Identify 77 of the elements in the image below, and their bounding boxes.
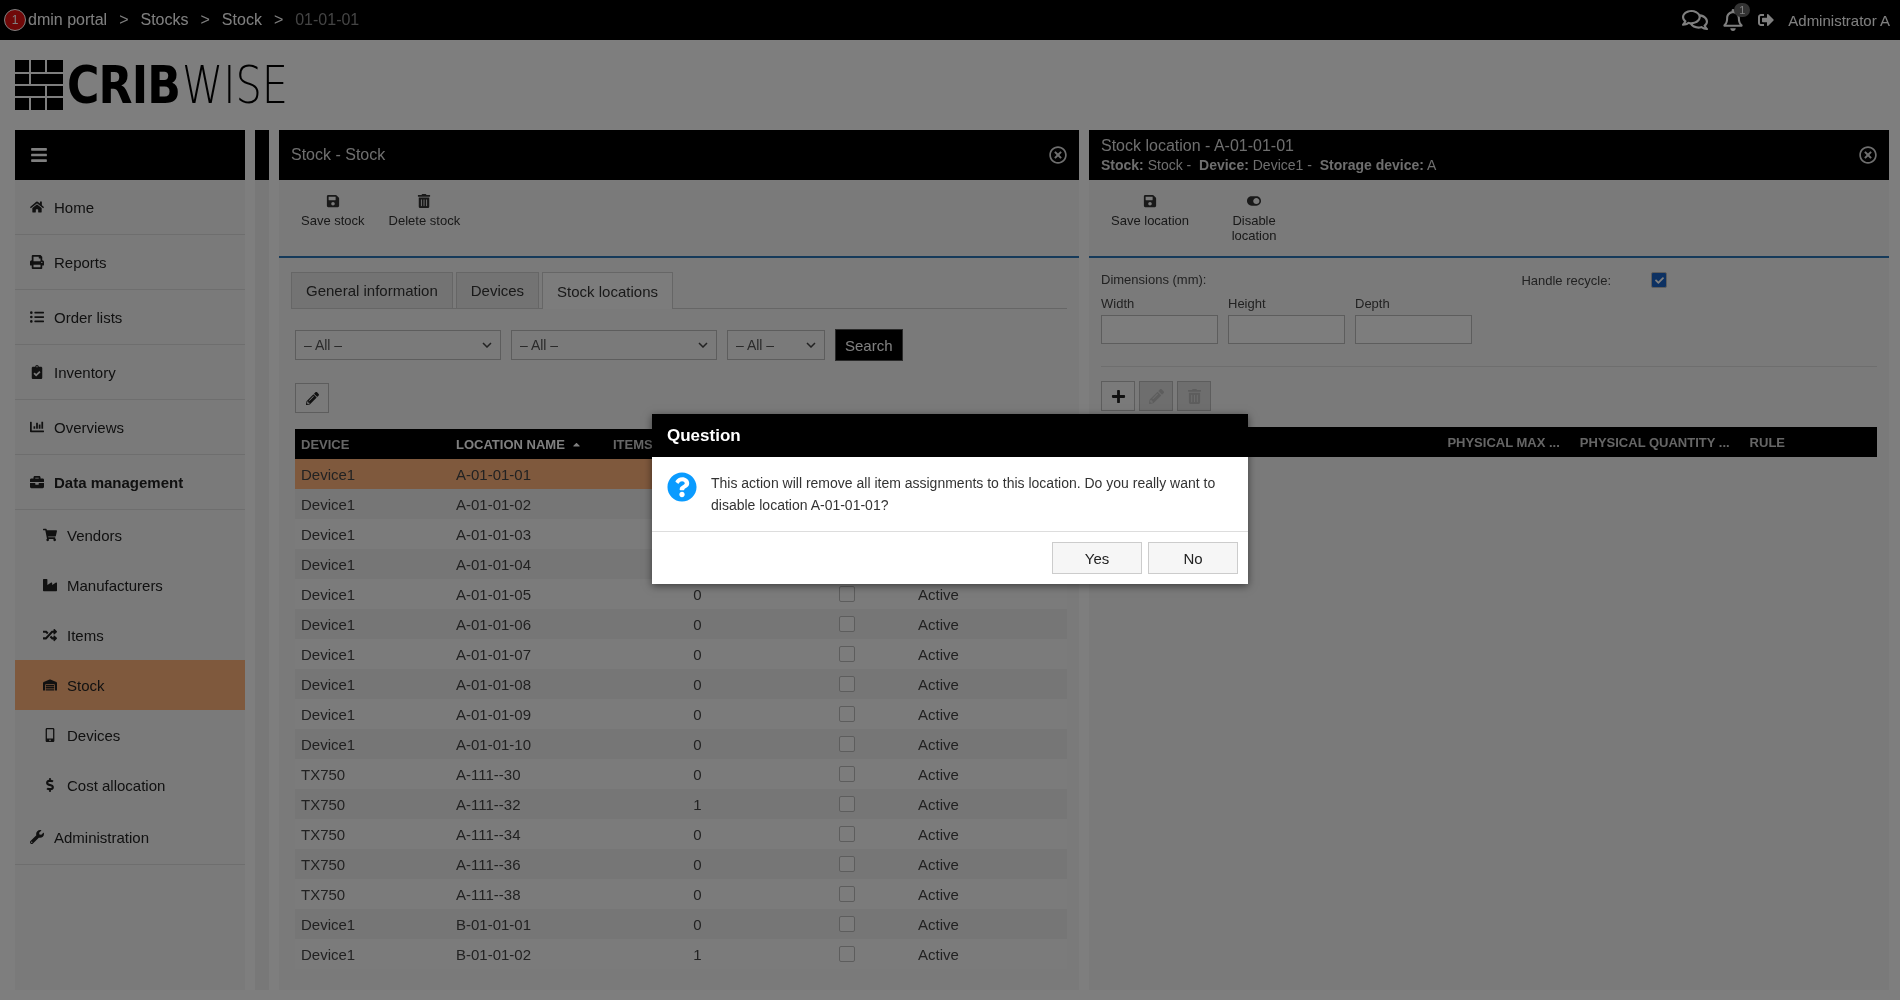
- handle-recycle-label: Handle recycle:: [1521, 272, 1611, 288]
- dialog-message: This action will remove all item assignments to this location. Do you really want to disable location A-01-01-01?: [711, 474, 1217, 515]
- table-cell-text: Device1: [300, 945, 357, 963]
- notification-badge: 1: [4, 9, 26, 31]
- table-cell-text: Active: [917, 765, 960, 783]
- table-cell-text: A-01-01-05: [455, 585, 533, 603]
- table-cell-text: A-01-01-06: [455, 615, 533, 633]
- table-cell-text: Active: [917, 885, 960, 903]
- breadcrumb-separator: >: [200, 11, 210, 29]
- dimensions-label: Dimensions (mm):: [1101, 272, 1207, 288]
- table-cell-text: 1: [692, 945, 703, 963]
- table-cell-text: Device1: [300, 735, 357, 753]
- table-cell-text: 0: [692, 885, 703, 903]
- table-cell-text: Active: [917, 855, 960, 873]
- table-cell-text: 0: [692, 675, 703, 693]
- table-cell-text: A-01-01-08: [455, 675, 533, 693]
- table-cell-text: A-111--30: [455, 765, 522, 783]
- table-cell-text: A-01-01-01: [455, 465, 533, 483]
- table-cell-text: Device1: [300, 915, 357, 933]
- location-details: Stock: Stock - Device: Device1 - Storage device: A: [1101, 157, 1437, 173]
- table-cell-text: Device1: [300, 555, 357, 573]
- table-cell-text: A-01-01-09: [455, 705, 533, 723]
- table-cell-text: B-01-01-01: [455, 915, 533, 933]
- table-cell-text: Device1: [300, 465, 357, 483]
- table-cell-text: 0: [692, 765, 703, 783]
- table-cell-text: Active: [917, 615, 960, 633]
- logo-text: WISE: [182, 55, 289, 115]
- table-cell-text: A-111--32: [455, 795, 522, 813]
- table-cell-text: 0: [692, 645, 703, 663]
- field-label: Height: [1228, 296, 1267, 311]
- table-cell-text: TX750: [300, 765, 347, 783]
- table-cell-text: TX750: [300, 885, 347, 903]
- table-cell-text: 0: [692, 825, 703, 843]
- table-cell-text: Device1: [300, 645, 357, 663]
- table-cell-text: Device1: [300, 705, 357, 723]
- table-cell-text: Device1: [300, 615, 357, 633]
- table-cell-text: Active: [917, 645, 960, 663]
- table-cell-text: A-111--38: [455, 885, 522, 903]
- table-cell-text: Active: [917, 735, 960, 753]
- field-label: Width: [1101, 296, 1136, 311]
- table-cell-text: A-01-01-10: [455, 735, 533, 753]
- table-cell-text: A-01-01-03: [455, 525, 533, 543]
- table-cell-text: 0: [692, 855, 703, 873]
- breadcrumb-separator: >: [119, 11, 129, 29]
- table-cell-text: 0: [692, 915, 703, 933]
- table-cell-text: Active: [917, 825, 960, 843]
- table-cell-text: TX750: [300, 825, 347, 843]
- table-cell-text: 0: [692, 585, 703, 603]
- table-cell-text: A-01-01-02: [455, 495, 533, 513]
- dialog-title: Question: [667, 425, 741, 446]
- table-cell-text: A-111--34: [455, 825, 522, 843]
- table-cell-text: 0: [692, 735, 703, 753]
- table-cell-text: TX750: [300, 855, 347, 873]
- table-cell-text: B-01-01-02: [455, 945, 533, 963]
- logo-text: CRIB: [67, 55, 181, 115]
- table-cell-text: A-111--36: [455, 855, 522, 873]
- breadcrumb-separator: >: [273, 11, 284, 29]
- table-cell-text: Device1: [300, 495, 357, 513]
- notification-count: 1: [1734, 3, 1751, 17]
- table-cell-text: Active: [917, 795, 960, 813]
- field-label: Depth: [1355, 296, 1391, 311]
- table-cell-text: 0: [692, 615, 703, 633]
- table-cell-text: Device1: [300, 585, 357, 603]
- table-cell-text: 1: [692, 795, 703, 813]
- table-cell-text: Active: [917, 675, 960, 693]
- table-cell-text: TX750: [300, 795, 347, 813]
- table-cell-text: Active: [917, 705, 960, 723]
- table-cell-text: Active: [917, 585, 960, 603]
- panel-title: Stock - Stock: [291, 146, 386, 164]
- table-cell-text: 0: [692, 705, 703, 723]
- table-cell-text: A-01-01-07: [455, 645, 533, 663]
- table-cell-text: Device1: [300, 525, 357, 543]
- table-cell-text: Active: [917, 945, 960, 963]
- panel-title: Stock location - A-01-01-01: [1101, 137, 1295, 155]
- table-cell-text: Device1: [300, 675, 357, 693]
- table-cell-text: Active: [917, 915, 960, 933]
- table-cell-text: A-01-01-04: [455, 555, 533, 573]
